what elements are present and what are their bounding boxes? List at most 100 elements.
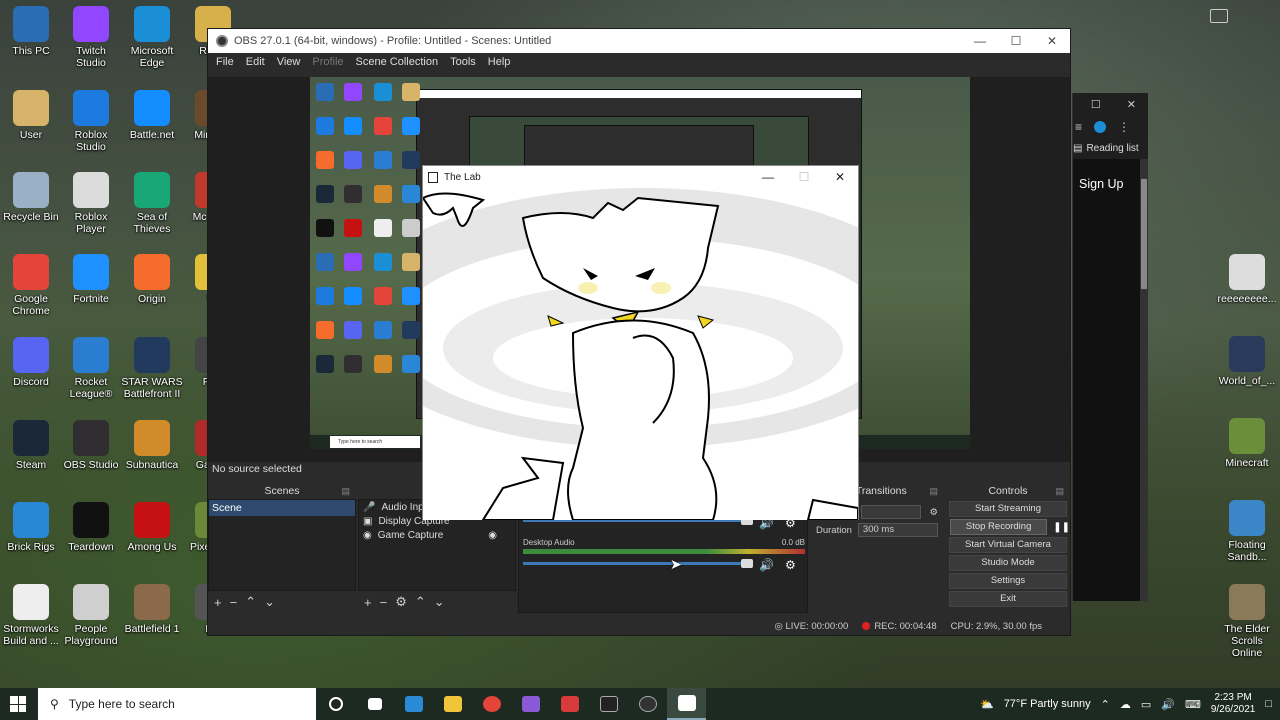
menu-profile[interactable]: Profile	[306, 56, 349, 68]
settings-button[interactable]: Settings	[949, 573, 1067, 589]
desktop-icon[interactable]: Roblox Player	[60, 172, 122, 235]
maximize-button[interactable]: ☐	[786, 166, 822, 188]
duration-field[interactable]: 300 ms	[857, 523, 938, 537]
move-down-icon[interactable]: ⌄	[434, 594, 445, 610]
remove-icon[interactable]: −	[230, 595, 238, 610]
gear-icon[interactable]: ⚙	[395, 594, 407, 610]
lab-game-canvas[interactable]	[423, 188, 858, 520]
volume-icon[interactable]: 🔊	[1161, 698, 1175, 711]
weather-text[interactable]: 77°F Partly sunny	[1004, 698, 1091, 710]
browser-scrollbar[interactable]	[1140, 159, 1148, 601]
desktop-icon[interactable]: STAR WARS Battlefront II	[121, 337, 183, 400]
desktop-icon[interactable]: Discord	[0, 337, 62, 388]
dock-float-icon[interactable]: ▤	[929, 486, 938, 497]
collections-icon[interactable]: ≡	[1075, 120, 1082, 134]
close-button[interactable]: ✕	[822, 166, 858, 188]
chrome-icon[interactable]	[472, 688, 511, 720]
obs-taskbar-icon[interactable]	[628, 688, 667, 720]
remove-icon[interactable]: −	[380, 595, 388, 610]
desktop-icon[interactable]: Battlefield 1	[121, 584, 183, 635]
mail-icon[interactable]	[394, 688, 433, 720]
desktop-icon[interactable]: Teardown	[60, 502, 122, 553]
media-app-icon[interactable]	[550, 688, 589, 720]
desktop-icon[interactable]: OBS Studio	[60, 420, 122, 471]
add-icon[interactable]: +	[364, 595, 372, 610]
transition-select[interactable]	[861, 505, 922, 519]
add-icon[interactable]: +	[214, 595, 222, 610]
gear-icon[interactable]: ⚙	[785, 558, 796, 572]
cloud-icon[interactable]: ☁	[1120, 698, 1131, 711]
desktop-icon[interactable]: reeeeeeee...	[1217, 254, 1277, 305]
desktop-icon[interactable]: Minecraft	[1217, 418, 1277, 469]
menu-help[interactable]: Help	[482, 56, 517, 68]
ime-icon[interactable]: ⌨	[1185, 698, 1201, 711]
fire-app-icon[interactable]	[511, 688, 550, 720]
task-view-icon[interactable]	[355, 688, 394, 720]
menu-tools[interactable]: Tools	[444, 56, 482, 68]
file-explorer-icon[interactable]	[433, 688, 472, 720]
dock-float-icon[interactable]: ▤	[1055, 486, 1064, 497]
source-game-capture[interactable]: ◉ Game Capture ◉	[359, 528, 515, 542]
edge-profile-icon[interactable]	[1094, 121, 1107, 133]
desktop-icon[interactable]: Subnautica	[121, 420, 183, 471]
desktop-icon[interactable]: Twitch Studio	[60, 6, 122, 69]
top-right-app-icon[interactable]	[1210, 9, 1228, 23]
desktop-icon[interactable]: Origin	[121, 254, 183, 305]
desktop-icon[interactable]: Microsoft Edge	[121, 6, 183, 69]
chevron-up-icon[interactable]: ⌃	[1101, 698, 1110, 711]
cortana-icon[interactable]	[316, 688, 355, 720]
network-icon[interactable]: ▭	[1141, 698, 1151, 711]
speaker-icon[interactable]: 🔊	[759, 558, 774, 572]
scene-item[interactable]: Scene	[209, 500, 355, 516]
studio-mode-button[interactable]: Studio Mode	[949, 555, 1067, 571]
desktop-icon[interactable]: This PC	[0, 6, 62, 57]
desktop-icon[interactable]: The Elder Scrolls Online	[1217, 584, 1277, 659]
more-icon[interactable]: ⋮	[1118, 120, 1130, 134]
desktop-icon[interactable]: Fortnite	[60, 254, 122, 305]
start-streaming-button[interactable]: Start Streaming	[949, 501, 1067, 517]
desktop-icon[interactable]: Stormworks Build and ...	[0, 584, 62, 647]
exit-button[interactable]: Exit	[949, 591, 1067, 607]
close-button[interactable]: ✕	[1034, 29, 1070, 53]
desktop-icon[interactable]: Rocket League®	[60, 337, 122, 400]
menu-file[interactable]: File	[210, 56, 240, 68]
desktop-icon[interactable]: People Playground	[60, 584, 122, 647]
move-down-icon[interactable]: ⌄	[264, 594, 275, 610]
reading-list-link[interactable]: Reading list	[1086, 143, 1138, 154]
clock[interactable]: 2:23 PM 9/26/2021	[1211, 692, 1256, 716]
minimize-button[interactable]: —	[750, 166, 786, 188]
maximize-button[interactable]: ☐	[998, 29, 1034, 53]
desktop-icon[interactable]: Google Chrome	[0, 254, 62, 317]
volume-slider[interactable]	[523, 559, 753, 568]
move-up-icon[interactable]: ⌃	[415, 594, 426, 610]
desktop-icon[interactable]: User	[0, 90, 62, 141]
desktop-icon[interactable]: Among Us	[121, 502, 183, 553]
eye-icon[interactable]: ◉	[488, 530, 497, 541]
the-lab-taskbar-icon[interactable]	[667, 688, 706, 720]
menu-scene-collection[interactable]: Scene Collection	[350, 56, 445, 68]
stop-recording-button[interactable]: Stop Recording	[950, 519, 1048, 535]
close-button[interactable]: ✕	[1127, 98, 1136, 111]
desktop-icon[interactable]: Sea of Thieves	[121, 172, 183, 235]
desktop-icon[interactable]: Battle.net	[121, 90, 183, 141]
menu-edit[interactable]: Edit	[240, 56, 271, 68]
dock-float-icon[interactable]: ▤	[341, 486, 350, 497]
epic-games-icon[interactable]	[589, 688, 628, 720]
menu-view[interactable]: View	[271, 56, 307, 68]
taskbar-search-input[interactable]: ⚲ Type here to search	[38, 688, 316, 720]
desktop-icon[interactable]: Floating Sandb...	[1217, 500, 1277, 563]
maximize-button[interactable]: ☐	[1091, 98, 1101, 111]
desktop-icon[interactable]: Roblox Studio	[60, 90, 122, 153]
gear-icon[interactable]: ⚙	[929, 507, 938, 518]
desktop-icon[interactable]: Brick Rigs	[0, 502, 62, 553]
weather-icon[interactable]: ⛅	[980, 698, 994, 711]
windows-start-icon[interactable]	[10, 696, 26, 712]
start-virtual-camera-button[interactable]: Start Virtual Camera	[949, 537, 1067, 553]
pause-icon[interactable]: ❚❚	[1053, 522, 1070, 533]
minimize-button[interactable]: —	[962, 29, 998, 53]
desktop-icon[interactable]: Recycle Bin	[0, 172, 62, 223]
desktop-icon[interactable]: Steam	[0, 420, 62, 471]
notification-icon[interactable]: □	[1265, 698, 1272, 710]
move-up-icon[interactable]: ⌃	[245, 594, 256, 610]
sign-up-button[interactable]: Sign Up	[1079, 177, 1123, 191]
